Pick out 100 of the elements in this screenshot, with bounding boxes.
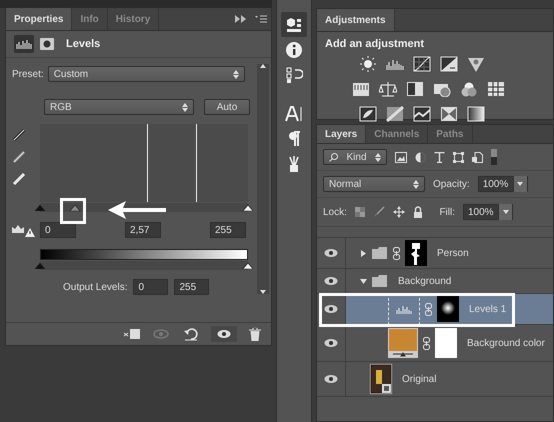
stepper-icon: [374, 152, 381, 162]
wave-square-icon[interactable]: [413, 106, 431, 122]
layer-row[interactable]: Levels 1: [317, 294, 553, 325]
fill-field[interactable]: 100%: [463, 204, 513, 220]
panel-tab[interactable]: Properties: [6, 8, 72, 30]
panel-tab[interactable]: Layers: [317, 125, 366, 143]
panel-tab[interactable]: Channels: [366, 125, 428, 143]
slider-thumb[interactable]: [35, 261, 45, 269]
search-icon: [329, 152, 338, 162]
scroll-up-icon[interactable]: [260, 64, 266, 68]
channel-dropdown[interactable]: RGB: [44, 99, 194, 115]
link-icon: [393, 246, 400, 260]
mask-thumbnail: [437, 296, 459, 322]
stepper-icon: [232, 70, 239, 78]
scrollbar[interactable]: [257, 64, 269, 294]
smart-object-filter-icon[interactable]: [472, 152, 483, 162]
opacity-label: Opacity:: [433, 178, 470, 190]
input-level-field[interactable]: 255: [210, 222, 246, 238]
photo-thumbnail: [370, 364, 392, 394]
visibility-eye-icon[interactable]: [324, 374, 338, 384]
lock-transparency-icon[interactable]: [354, 207, 365, 217]
panel-tab[interactable]: Info: [72, 8, 108, 30]
dropdown-caret-icon[interactable]: [517, 182, 524, 186]
lock-brush-icon[interactable]: [372, 206, 385, 218]
output-level-field[interactable]: 255: [174, 279, 210, 295]
mask-thumbnail: [435, 328, 457, 358]
layer-row[interactable]: Original: [317, 362, 553, 397]
visibility-eye-icon[interactable]: [324, 304, 338, 314]
adjustments-heading: Add an adjustment: [324, 37, 426, 52]
input-level-field[interactable]: 0: [40, 222, 76, 238]
clip-to-layer-icon[interactable]: [123, 328, 141, 340]
layer-row[interactable]: Background: [317, 269, 553, 294]
expand-arrows-icon[interactable]: [235, 15, 247, 23]
swirl-square-icon[interactable]: [359, 106, 377, 122]
move-icon[interactable]: [392, 206, 405, 218]
collapsed-triangle-icon[interactable]: [360, 250, 367, 256]
color-fill-thumbnail: [388, 328, 418, 358]
visibility-eye-icon[interactable]: [324, 338, 338, 348]
adjustment-filter-icon[interactable]: [415, 152, 426, 162]
folder-icon: [372, 275, 388, 287]
layer-name: Background color: [467, 338, 545, 348]
layer-name: Person: [437, 248, 469, 258]
levels-icon[interactable]: [14, 35, 34, 53]
panel-tab[interactable]: Paths: [428, 125, 472, 143]
lock-icon[interactable]: [412, 206, 423, 218]
filter-toggle-icon[interactable]: [491, 149, 497, 165]
history-icon[interactable]: [285, 66, 303, 84]
dropdown-caret-icon[interactable]: [502, 210, 508, 214]
gradient-square-icon[interactable]: [467, 106, 485, 122]
blend-mode-dropdown[interactable]: Normal: [323, 176, 425, 192]
image-filter-icon[interactable]: [395, 152, 407, 162]
visibility-eye-icon[interactable]: [324, 248, 338, 258]
layer-name: Original: [402, 374, 436, 384]
stepper-icon: [413, 180, 419, 188]
auto-button[interactable]: Auto: [204, 99, 250, 115]
circles-icon[interactable]: [460, 81, 478, 97]
panel-tab[interactable]: History: [108, 8, 160, 30]
type-filter-icon[interactable]: [434, 152, 445, 162]
scroll-down-icon[interactable]: [260, 290, 266, 294]
clipping-warning-icon[interactable]: [12, 223, 36, 237]
visibility-eye-icon[interactable]: [217, 329, 231, 339]
panel-menu-icon[interactable]: [255, 15, 267, 23]
triangle-icon[interactable]: [467, 56, 485, 72]
preset-dropdown[interactable]: Custom: [48, 66, 245, 82]
highlight-frame: [60, 198, 86, 224]
exposure-icon[interactable]: [440, 56, 458, 72]
info-icon[interactable]: [285, 40, 303, 58]
layer-name: Background: [398, 276, 452, 286]
opacity-field[interactable]: 100%: [478, 176, 528, 192]
filter-dropdown[interactable]: Kind: [323, 149, 387, 165]
fill-label: Fill:: [439, 206, 455, 218]
slider-thumb[interactable]: [243, 203, 253, 211]
cube-panel-icon[interactable]: [285, 16, 303, 34]
reset-icon[interactable]: [183, 327, 199, 341]
balance-icon[interactable]: [379, 81, 397, 97]
layer-name: Levels 1: [469, 304, 506, 314]
levels-icon: [396, 304, 412, 314]
curves-icon[interactable]: [413, 56, 431, 72]
mask-icon[interactable]: [40, 38, 54, 50]
panel-tab[interactable]: Adjustments: [317, 9, 395, 31]
layer-row[interactable]: Background color: [317, 325, 553, 362]
split-square-icon[interactable]: [406, 81, 424, 97]
slider-thumb[interactable]: [35, 203, 45, 211]
output-level-field[interactable]: 0: [133, 279, 168, 295]
layer-row[interactable]: Person: [317, 238, 553, 269]
grid-icon[interactable]: [487, 81, 505, 97]
folder-icon: [372, 247, 388, 259]
trash-icon[interactable]: [249, 328, 261, 340]
panel-title: Levels: [66, 38, 100, 50]
brightness-icon[interactable]: [359, 56, 377, 72]
person-mask-thumbnail: [405, 240, 427, 266]
input-level-field[interactable]: 2,57: [125, 222, 161, 238]
shape-filter-icon[interactable]: [453, 152, 464, 162]
link-icon: [423, 336, 430, 350]
diagonal-square-icon[interactable]: [386, 106, 404, 122]
slider-thumb[interactable]: [243, 261, 253, 269]
expanded-triangle-icon[interactable]: [360, 278, 367, 284]
character-icon[interactable]: [285, 104, 303, 122]
visibility-eye-icon[interactable]: [324, 276, 338, 286]
hourglass-square-icon[interactable]: [440, 106, 458, 122]
